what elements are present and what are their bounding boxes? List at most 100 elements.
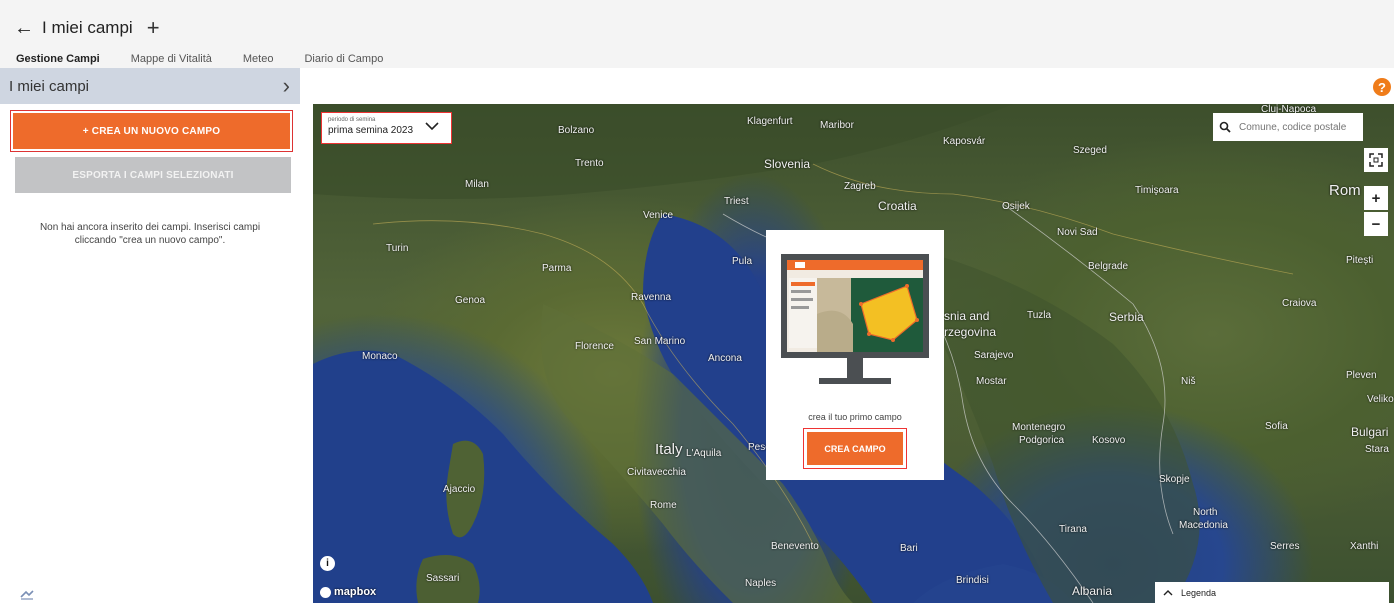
mapbox-icon: [320, 586, 331, 598]
map-label-serres: Serres: [1270, 541, 1300, 552]
chevron-down-icon[interactable]: [425, 119, 439, 133]
map-label-romania: Rom: [1329, 182, 1361, 199]
map-label-nis: Niš: [1181, 376, 1196, 387]
add-icon[interactable]: +: [147, 17, 160, 39]
map-label-parma: Parma: [542, 263, 572, 274]
map-label-sassari: Sassari: [426, 573, 460, 584]
map-label-ravenna: Ravenna: [631, 292, 672, 303]
search-icon: [1219, 121, 1231, 133]
tab-gestione-campi[interactable]: Gestione Campi: [16, 53, 100, 65]
map-label-sarajevo: Sarajevo: [974, 350, 1014, 361]
map-label-klagenfurt: Klagenfurt: [747, 116, 793, 127]
map-label-craiova: Craiova: [1282, 298, 1317, 309]
map-label-tuzla: Tuzla: [1027, 310, 1052, 321]
map-label-osijek: Osijek: [1002, 201, 1030, 212]
zoom-in-button[interactable]: +: [1364, 186, 1388, 210]
tab-meteo[interactable]: Meteo: [243, 53, 274, 65]
mapbox-logo[interactable]: mapbox: [320, 586, 376, 598]
map-label-pitesti: Pitești: [1346, 255, 1374, 266]
map-label-slovenia: Slovenia: [764, 157, 811, 171]
map-label-bosnia-2: rzegovina: [944, 325, 997, 339]
info-icon[interactable]: i: [320, 556, 335, 571]
map-label-podgorica: Podgorica: [1019, 435, 1065, 446]
map-label-bulgaria: Bulgari: [1351, 425, 1389, 439]
new-field-button-highlight: + CREA UN NUOVO CAMPO: [10, 110, 293, 152]
map-label-pula: Pula: [732, 256, 753, 267]
title-row: ← I miei campi +: [14, 17, 160, 39]
chevron-up-icon: [1163, 589, 1173, 595]
map-label-san-marino: San Marino: [634, 336, 686, 347]
map-label-civitavecchia: Civitavecchia: [627, 467, 686, 478]
map-label-zagreb: Zagreb: [844, 181, 876, 192]
map-label-timisoara: Timişoara: [1135, 185, 1179, 196]
map-label-maribor: Maribor: [820, 120, 854, 131]
map-label-mostar: Mostar: [976, 376, 1007, 387]
map-label-benevento: Benevento: [771, 541, 819, 552]
map-label-venice: Venice: [643, 210, 674, 221]
map-label-macedonia: Macedonia: [1179, 520, 1228, 531]
tab-mappe-di-vitalita[interactable]: Mappe di Vitalità: [131, 53, 212, 65]
map-label-veliko: Veliko: [1367, 394, 1394, 405]
legend-toggle[interactable]: Legenda: [1155, 582, 1389, 603]
help-icon[interactable]: ?: [1373, 78, 1391, 96]
map-label-north: North: [1193, 507, 1218, 518]
create-first-field-text: crea il tuo primo campo: [808, 412, 902, 422]
map-label-florence: Florence: [575, 341, 614, 352]
map-label-laquila: L'Aquila: [686, 448, 722, 459]
map-label-szeged: Szeged: [1073, 145, 1107, 156]
sync-icon[interactable]: [20, 590, 34, 600]
map-label-novi-sad: Novi Sad: [1057, 227, 1098, 238]
map-label-tirana: Tirana: [1059, 524, 1087, 535]
map-label-serbia: Serbia: [1109, 310, 1144, 324]
map-label-xanthi: Xanthi: [1350, 541, 1379, 552]
map-label-italy: Italy: [655, 441, 683, 458]
map-label-trento: Trento: [575, 158, 604, 169]
map-label-ancona: Ancona: [708, 353, 742, 364]
sowing-period-dropdown[interactable]: periodo di semina prima semina 2023: [321, 112, 452, 144]
map-label-bosnia-1: snia and: [944, 309, 990, 323]
mapbox-attribution: mapbox: [334, 586, 377, 598]
empty-fields-message: Non hai ancora inserito dei campi. Inser…: [39, 222, 261, 246]
map-label-kosovo: Kosovo: [1092, 435, 1126, 446]
create-field-button[interactable]: CREA CAMPO: [807, 432, 903, 465]
map-label-albania: Albania: [1072, 584, 1113, 598]
location-search[interactable]: [1213, 113, 1363, 141]
legend-label: Legenda: [1181, 587, 1217, 598]
map-label-milan: Milan: [465, 179, 489, 190]
map-label-belgrade: Belgrade: [1088, 261, 1129, 272]
new-field-button[interactable]: + CREA UN NUOVO CAMPO: [13, 113, 290, 149]
search-input[interactable]: [1239, 121, 1357, 133]
map-label-stara: Stara: [1365, 444, 1389, 455]
map-label-rome: Rome: [650, 500, 677, 511]
map-label-croatia: Croatia: [878, 199, 917, 213]
page-title: I miei campi: [42, 18, 133, 37]
top-bar: ← I miei campi + Gestione Campi Mappe di…: [0, 0, 1394, 68]
map-label-sofia: Sofia: [1265, 421, 1288, 432]
create-field-button-highlight: CREA CAMPO: [803, 428, 907, 469]
sidebar: I miei campi › + CREA UN NUOVO CAMPO ESP…: [0, 68, 300, 603]
sidebar-header[interactable]: I miei campi ›: [0, 68, 300, 104]
map-label-trieste: Triest: [724, 196, 749, 207]
map-label-monaco: Monaco: [362, 351, 398, 362]
map-label-ajaccio: Ajaccio: [443, 484, 476, 495]
create-first-field-card: crea il tuo primo campo CREA CAMPO: [766, 230, 944, 480]
map-label-kaposvar: Kaposvár: [943, 136, 986, 147]
back-arrow-icon[interactable]: ←: [14, 18, 34, 38]
map-label-skopje: Skopje: [1159, 474, 1190, 485]
sidebar-header-label: I miei campi: [9, 77, 90, 95]
map-label-turin: Turin: [386, 243, 409, 254]
map-label-bolzano: Bolzano: [558, 125, 595, 136]
map-label-genoa: Genoa: [455, 295, 486, 306]
chevron-right-icon[interactable]: ›: [283, 75, 290, 97]
map-label-bari: Bari: [900, 543, 918, 554]
tab-bar: Gestione Campi Mappe di Vitalità Meteo D…: [16, 53, 414, 65]
tab-diario-di-campo[interactable]: Diario di Campo: [304, 53, 383, 65]
zoom-out-button[interactable]: −: [1364, 212, 1388, 236]
fullscreen-icon[interactable]: [1364, 148, 1388, 172]
export-fields-button[interactable]: ESPORTA I CAMPI SELEZIONATI: [15, 157, 291, 193]
monitor-illustration-icon: [781, 254, 929, 384]
map-label-naples: Naples: [745, 578, 777, 589]
map-label-pleven: Pleven: [1346, 370, 1377, 381]
map-label-montenegro: Montenegro: [1012, 422, 1066, 433]
map-label-brindisi: Brindisi: [956, 575, 989, 586]
